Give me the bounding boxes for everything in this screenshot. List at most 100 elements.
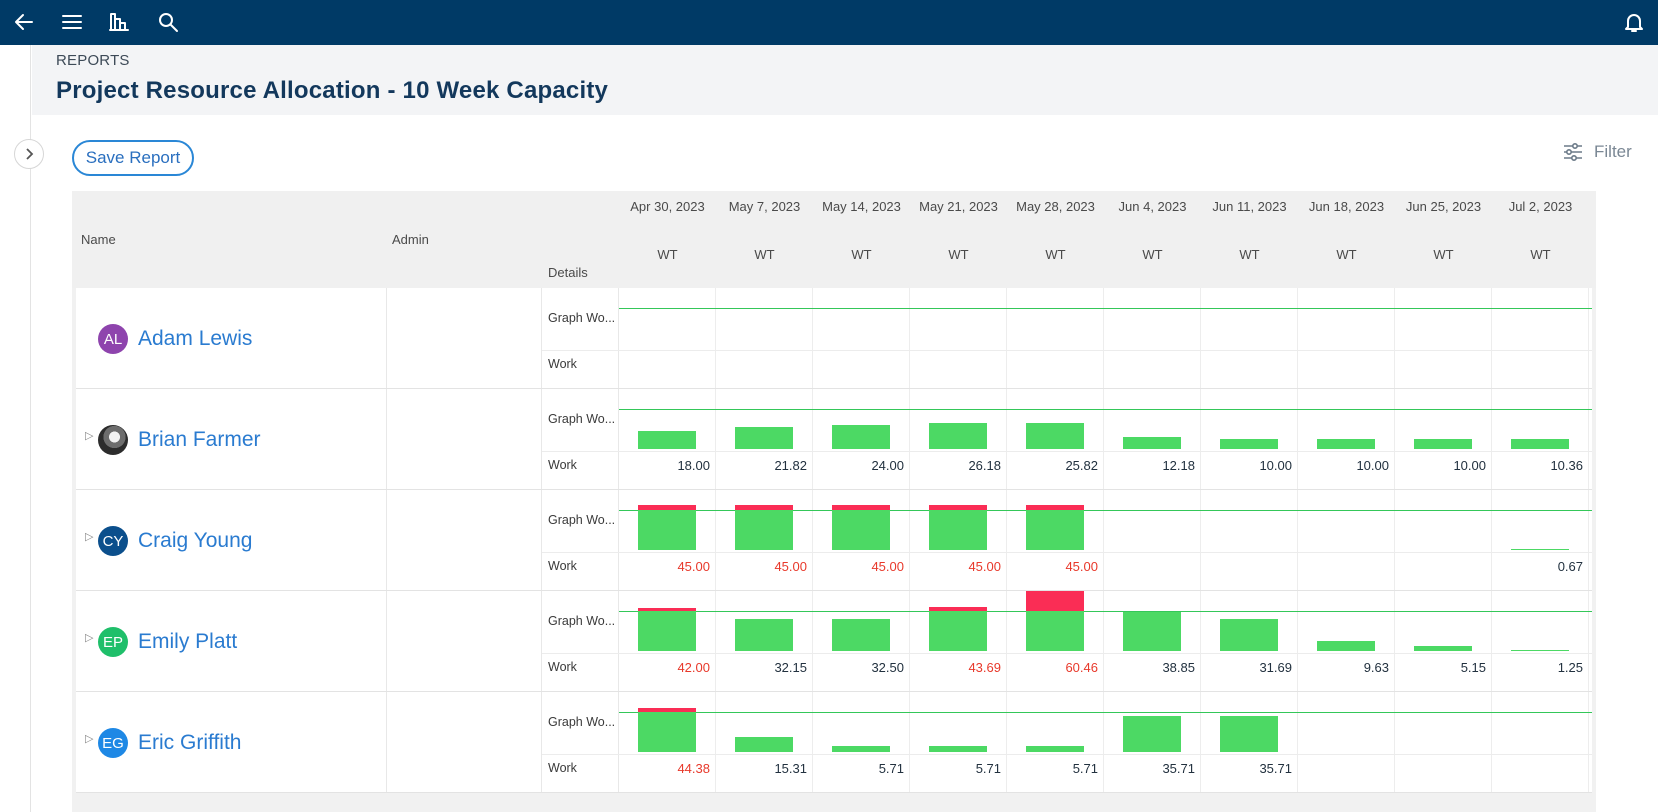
filter-button[interactable]: Filter bbox=[1562, 140, 1632, 164]
work-bar[interactable] bbox=[1123, 612, 1181, 651]
work-value: 45.00 bbox=[968, 559, 1001, 574]
week-header[interactable]: Jun 4, 2023 bbox=[1104, 199, 1201, 214]
capacity-line bbox=[619, 712, 1592, 713]
work-bar[interactable] bbox=[929, 746, 987, 752]
week-header[interactable]: Jun 11, 2023 bbox=[1201, 199, 1298, 214]
work-bar[interactable] bbox=[735, 427, 793, 449]
week-header[interactable]: May 7, 2023 bbox=[716, 199, 813, 214]
work-value: 35.71 bbox=[1162, 761, 1195, 776]
week-header[interactable]: Jun 25, 2023 bbox=[1395, 199, 1492, 214]
person-name[interactable]: Emily Platt bbox=[138, 630, 237, 654]
person-name[interactable]: Adam Lewis bbox=[138, 327, 252, 351]
expand-row-icon[interactable]: ▷ bbox=[85, 732, 93, 745]
reports-chart-icon[interactable] bbox=[107, 10, 131, 34]
save-report-button[interactable]: Save Report bbox=[72, 140, 194, 176]
work-bar[interactable] bbox=[638, 611, 696, 651]
week-header[interactable]: Apr 30, 2023 bbox=[619, 199, 716, 214]
work-bar[interactable] bbox=[1220, 619, 1278, 651]
person-name[interactable]: Eric Griffith bbox=[138, 731, 241, 755]
person-link[interactable]: EG Eric Griffith bbox=[98, 728, 241, 758]
person-name[interactable]: Brian Farmer bbox=[138, 428, 261, 452]
week-cell bbox=[813, 288, 910, 389]
week-subheader: WT bbox=[1045, 247, 1066, 262]
week-subheader: WT bbox=[948, 247, 969, 262]
work-bar[interactable] bbox=[929, 611, 987, 651]
week-cell bbox=[1104, 288, 1201, 389]
week-header[interactable]: May 28, 2023 bbox=[1007, 199, 1104, 214]
work-bar[interactable] bbox=[832, 425, 890, 449]
work-bar[interactable] bbox=[1220, 439, 1278, 449]
overallocation-bar[interactable] bbox=[735, 505, 793, 510]
menu-icon[interactable] bbox=[60, 10, 84, 34]
work-value: 25.82 bbox=[1065, 458, 1098, 473]
work-value: 60.46 bbox=[1065, 660, 1098, 675]
person-name[interactable]: Craig Young bbox=[138, 529, 252, 553]
overallocation-bar[interactable] bbox=[1026, 590, 1084, 611]
work-bar[interactable] bbox=[832, 510, 890, 550]
person-link[interactable]: CY Craig Young bbox=[98, 526, 252, 556]
work-value: 44.38 bbox=[677, 761, 710, 776]
work-bar[interactable] bbox=[1123, 716, 1181, 752]
work-bar[interactable] bbox=[929, 510, 987, 550]
week-header[interactable]: Jul 2, 2023 bbox=[1492, 199, 1589, 214]
work-bar[interactable] bbox=[735, 618, 793, 651]
work-bar[interactable] bbox=[1511, 438, 1569, 449]
work-bar[interactable] bbox=[1317, 439, 1375, 449]
work-bar[interactable] bbox=[1220, 716, 1278, 752]
overallocation-bar[interactable] bbox=[1026, 505, 1084, 510]
search-icon[interactable] bbox=[156, 10, 180, 34]
work-bar[interactable] bbox=[638, 712, 696, 752]
week-cell bbox=[1492, 288, 1589, 389]
overallocation-bar[interactable] bbox=[638, 707, 696, 712]
work-value: 5.15 bbox=[1460, 660, 1486, 675]
work-bar[interactable] bbox=[638, 510, 696, 550]
week-header[interactable]: May 21, 2023 bbox=[910, 199, 1007, 214]
work-bar[interactable] bbox=[1511, 549, 1569, 550]
detail-label-graph: Graph Wo... bbox=[548, 715, 616, 729]
work-value: 45.00 bbox=[871, 559, 904, 574]
work-bar[interactable] bbox=[929, 422, 987, 449]
person-link[interactable]: Brian Farmer bbox=[98, 425, 261, 455]
week-cell bbox=[1201, 490, 1298, 591]
work-bar[interactable] bbox=[638, 431, 696, 449]
expand-row-icon[interactable]: ▷ bbox=[85, 530, 93, 543]
expand-panel-button[interactable] bbox=[14, 139, 44, 169]
column-header-details[interactable]: Details bbox=[548, 265, 588, 280]
work-bar[interactable] bbox=[1414, 439, 1472, 449]
overallocation-bar[interactable] bbox=[832, 505, 890, 510]
overallocation-bar[interactable] bbox=[638, 608, 696, 611]
admin-cell bbox=[387, 591, 542, 692]
column-header-name[interactable]: Name bbox=[81, 232, 116, 247]
work-bar[interactable] bbox=[1414, 645, 1472, 651]
work-bar[interactable] bbox=[1317, 641, 1375, 651]
week-header[interactable]: May 14, 2023 bbox=[813, 199, 910, 214]
expand-row-icon[interactable]: ▷ bbox=[85, 429, 93, 442]
table-row: ▷ Brian Farmer Graph Wo... Work 18.00 21.82 24… bbox=[76, 389, 1592, 490]
back-arrow-icon[interactable] bbox=[12, 10, 36, 34]
breadcrumb[interactable]: REPORTS bbox=[56, 52, 130, 69]
work-bar[interactable] bbox=[1026, 510, 1084, 550]
table-row: ▷ EG Eric Griffith Graph Wo... Work 44.38 15.3… bbox=[76, 692, 1592, 793]
week-cell bbox=[1298, 288, 1395, 389]
work-bar[interactable] bbox=[1511, 649, 1569, 651]
overallocation-bar[interactable] bbox=[638, 505, 696, 510]
overallocation-bar[interactable] bbox=[929, 607, 987, 611]
work-bar[interactable] bbox=[1026, 423, 1084, 449]
person-link[interactable]: AL Adam Lewis bbox=[98, 324, 252, 354]
work-bar[interactable] bbox=[735, 510, 793, 550]
work-bar[interactable] bbox=[1123, 436, 1181, 449]
overallocation-bar[interactable] bbox=[929, 505, 987, 510]
person-link[interactable]: EP Emily Platt bbox=[98, 627, 237, 657]
name-cell: AL Adam Lewis bbox=[76, 288, 387, 389]
work-bar[interactable] bbox=[832, 618, 890, 651]
expand-row-icon[interactable]: ▷ bbox=[85, 631, 93, 644]
work-bar[interactable] bbox=[832, 746, 890, 752]
grid-header: Name Admin Details Apr 30, 2023 WT May 7, … bbox=[72, 191, 1596, 288]
week-header[interactable]: Jun 18, 2023 bbox=[1298, 199, 1395, 214]
work-bar[interactable] bbox=[735, 736, 793, 752]
bell-icon[interactable] bbox=[1622, 10, 1646, 34]
work-bar[interactable] bbox=[1026, 611, 1084, 651]
work-value: 1.25 bbox=[1557, 660, 1583, 675]
work-bar[interactable] bbox=[1026, 746, 1084, 752]
column-header-admin[interactable]: Admin bbox=[392, 232, 429, 247]
